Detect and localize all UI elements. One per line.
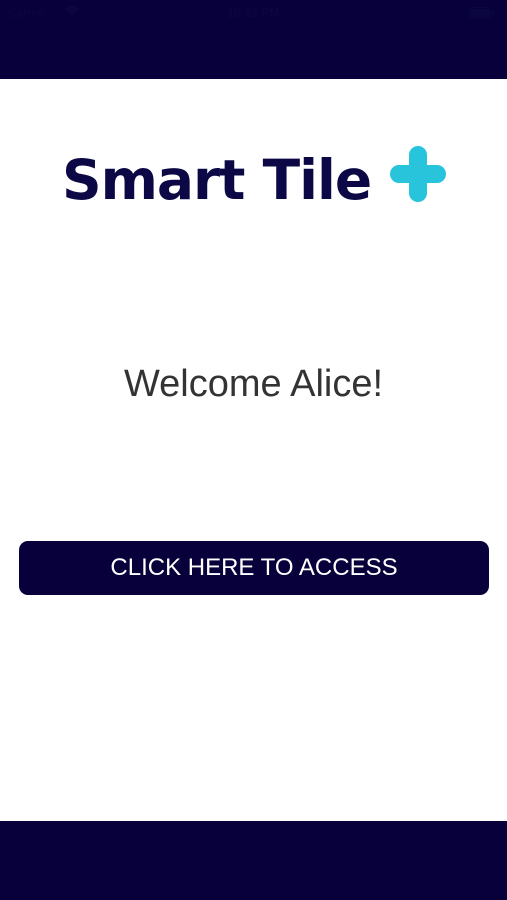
bottom-bar — [0, 821, 507, 900]
access-button[interactable]: CLICK HERE TO ACCESS — [19, 541, 489, 595]
battery-icon — [469, 7, 495, 22]
top-bar: Carrier 10:52 PM — [0, 0, 507, 79]
plus-icon — [390, 146, 446, 207]
app-screen: Carrier 10:52 PM Smart Tile Welcome Alic… — [0, 0, 507, 900]
welcome-message: Welcome Alice! — [123, 363, 384, 405]
smart-tile-logo: Smart Tile — [62, 140, 452, 220]
status-time: 10:52 PM — [227, 6, 280, 20]
logo-text: Smart Tile — [62, 148, 372, 212]
status-bar: Carrier 10:52 PM — [0, 0, 507, 26]
